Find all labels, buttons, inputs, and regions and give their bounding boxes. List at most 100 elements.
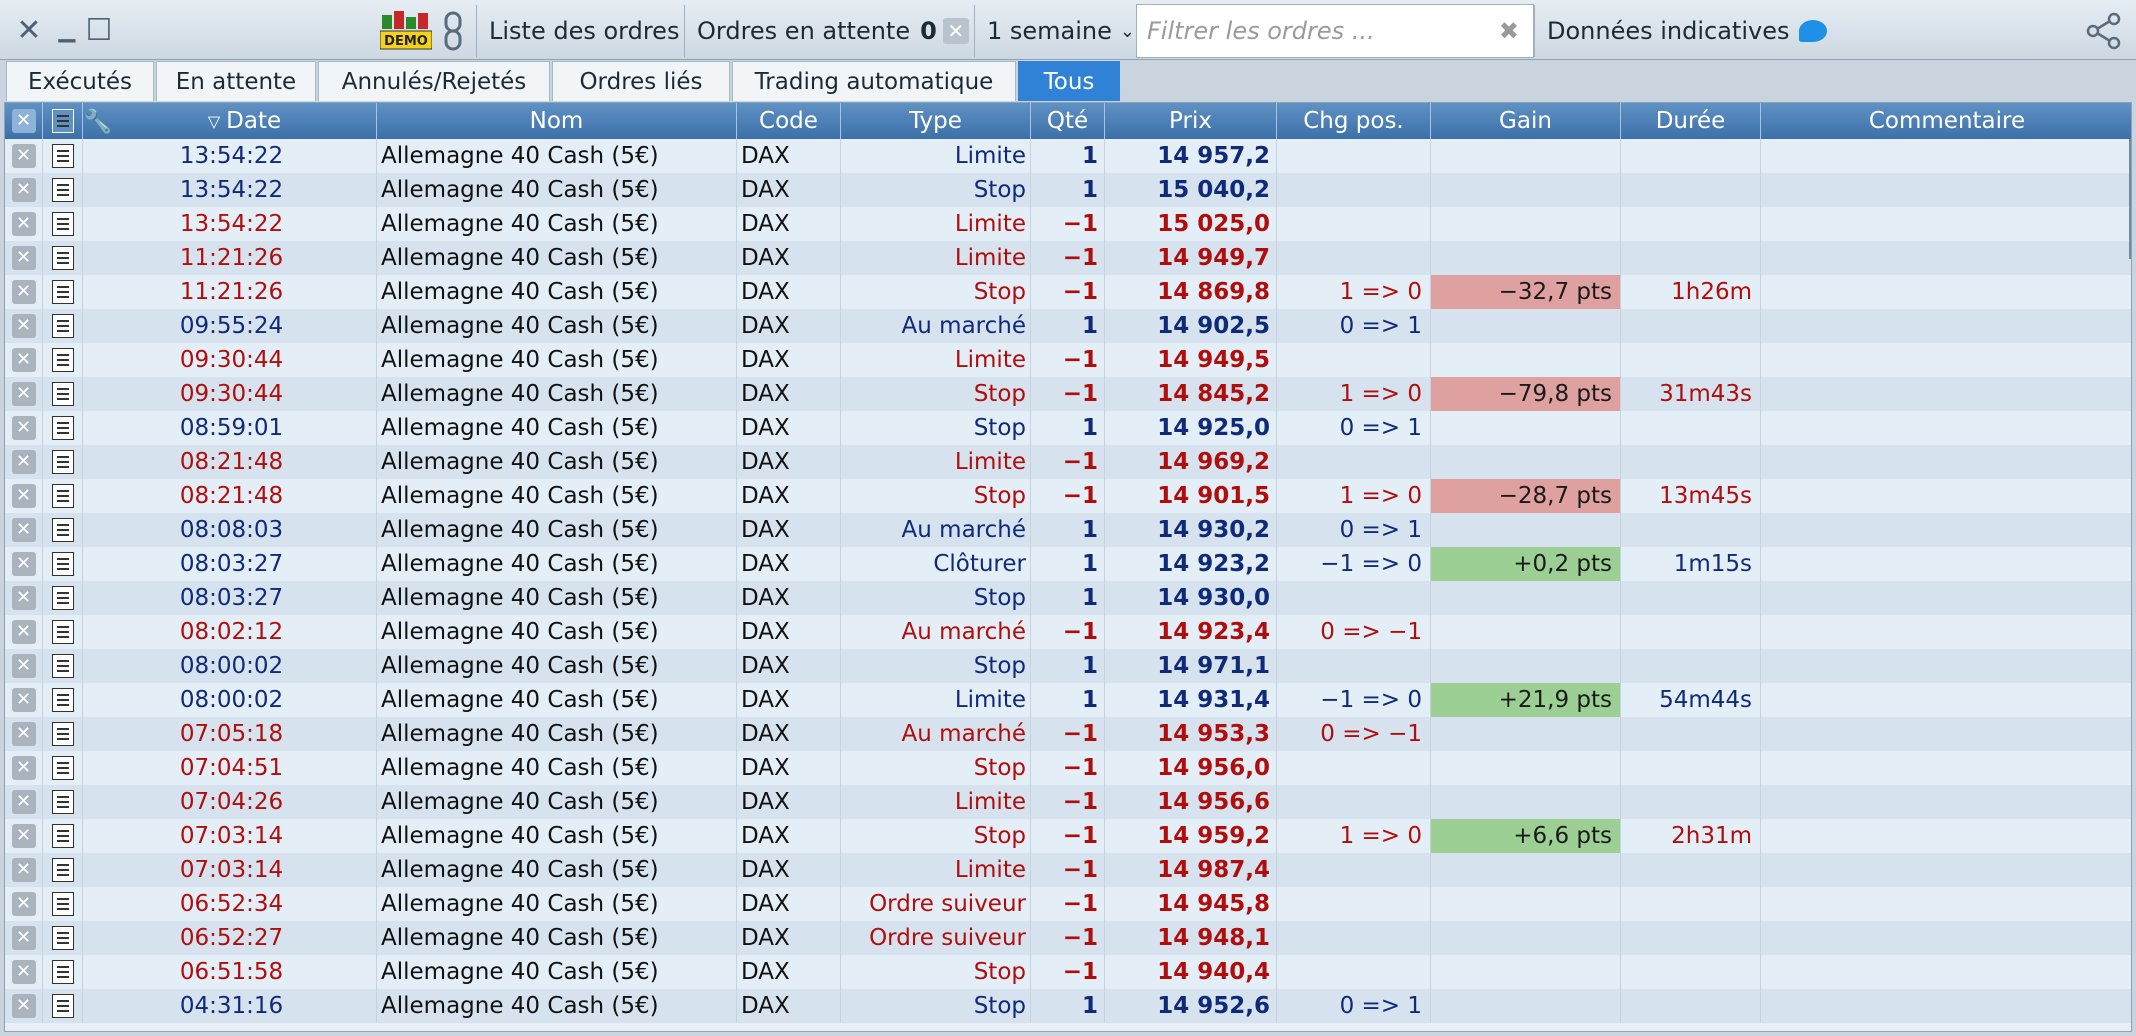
table-row[interactable]: ✕ 07:05:18 Allemagne 40 Cash (5€) DAX Au mar… — [5, 717, 2131, 751]
table-row[interactable]: ✕ 13:54:22 Allemagne 40 Cash (5€) DAX Limite… — [5, 207, 2131, 241]
cancel-order-icon[interactable]: ✕ — [5, 785, 43, 819]
column-date[interactable]: ▽ Date — [113, 103, 377, 139]
cancel-order-icon[interactable]: ✕ — [5, 309, 43, 343]
cancel-pending-icon[interactable]: ✕ — [942, 18, 969, 44]
cancel-order-icon[interactable]: ✕ — [5, 547, 43, 581]
share-icon[interactable] — [2084, 12, 2124, 50]
table-row[interactable]: ✕ 11:21:26 Allemagne 40 Cash (5€) DAX Limite… — [5, 241, 2131, 275]
link-icon[interactable] — [442, 6, 472, 56]
order-details-icon[interactable] — [43, 377, 83, 411]
order-details-icon[interactable] — [43, 955, 83, 989]
table-row[interactable]: ✕ 08:21:48 Allemagne 40 Cash (5€) DAX Stop −1… — [5, 479, 2131, 513]
cancel-order-icon[interactable]: ✕ — [5, 377, 43, 411]
vertical-scrollbar[interactable] — [2129, 139, 2131, 259]
details-header-icon[interactable] — [43, 103, 83, 139]
cancel-order-icon[interactable]: ✕ — [5, 649, 43, 683]
table-row[interactable]: ✕ 09:30:44 Allemagne 40 Cash (5€) DAX Limite… — [5, 343, 2131, 377]
column-type[interactable]: Type — [841, 103, 1031, 139]
order-details-icon[interactable] — [43, 717, 83, 751]
order-details-icon[interactable] — [43, 819, 83, 853]
cancel-order-icon[interactable]: ✕ — [5, 139, 43, 173]
cancel-order-icon[interactable]: ✕ — [5, 683, 43, 717]
tab-ordres-lies[interactable]: Ordres liés — [552, 61, 730, 101]
table-row[interactable]: ✕ 08:08:03 Allemagne 40 Cash (5€) DAX Au mar… — [5, 513, 2131, 547]
pending-orders-button[interactable]: Ordres en attente 0 ✕ — [684, 5, 974, 57]
filter-orders-field[interactable]: ✖ — [1136, 4, 1534, 58]
table-row[interactable]: ✕ 07:03:14 Allemagne 40 Cash (5€) DAX Limite… — [5, 853, 2131, 887]
orders-list-button[interactable]: Liste des ordres — [476, 5, 684, 57]
tab-trading-automatique[interactable]: Trading automatique — [732, 61, 1016, 101]
filter-orders-input[interactable] — [1147, 17, 1477, 45]
maximize-icon[interactable]: ☐ — [84, 12, 114, 48]
tab-tous[interactable]: Tous — [1018, 61, 1120, 101]
cancel-all-icon[interactable]: ✕ — [5, 103, 43, 139]
table-row[interactable]: ✕ 08:02:12 Allemagne 40 Cash (5€) DAX Au mar… — [5, 615, 2131, 649]
table-row[interactable]: ✕ 13:54:22 Allemagne 40 Cash (5€) DAX Limite… — [5, 139, 2131, 173]
tab-en-attente[interactable]: En attente — [156, 61, 316, 101]
order-details-icon[interactable] — [43, 275, 83, 309]
table-row[interactable]: ✕ 07:04:51 Allemagne 40 Cash (5€) DAX Stop −1… — [5, 751, 2131, 785]
order-details-icon[interactable] — [43, 785, 83, 819]
table-row[interactable]: ✕ 06:52:27 Allemagne 40 Cash (5€) DAX Ordre … — [5, 921, 2131, 955]
table-row[interactable]: ✕ 08:03:27 Allemagne 40 Cash (5€) DAX Stop 1 1… — [5, 581, 2131, 615]
cancel-order-icon[interactable]: ✕ — [5, 955, 43, 989]
order-details-icon[interactable] — [43, 411, 83, 445]
table-row[interactable]: ✕ 09:30:44 Allemagne 40 Cash (5€) DAX Stop −1… — [5, 377, 2131, 411]
order-details-icon[interactable] — [43, 173, 83, 207]
table-row[interactable]: ✕ 08:00:02 Allemagne 40 Cash (5€) DAX Limite… — [5, 683, 2131, 717]
cancel-order-icon[interactable]: ✕ — [5, 717, 43, 751]
table-row[interactable]: ✕ 06:52:34 Allemagne 40 Cash (5€) DAX Ordre … — [5, 887, 2131, 921]
table-row[interactable]: ✕ 08:00:02 Allemagne 40 Cash (5€) DAX Stop 1 1… — [5, 649, 2131, 683]
close-icon[interactable]: ✕ — [14, 12, 44, 48]
order-details-icon[interactable] — [43, 751, 83, 785]
order-details-icon[interactable] — [43, 921, 83, 955]
table-row[interactable]: ✕ 07:04:26 Allemagne 40 Cash (5€) DAX Limite… — [5, 785, 2131, 819]
cancel-order-icon[interactable]: ✕ — [5, 445, 43, 479]
cancel-order-icon[interactable]: ✕ — [5, 173, 43, 207]
order-details-icon[interactable] — [43, 241, 83, 275]
cancel-order-icon[interactable]: ✕ — [5, 275, 43, 309]
table-row[interactable]: ✕ 13:54:22 Allemagne 40 Cash (5€) DAX Stop 1 1… — [5, 173, 2131, 207]
table-row[interactable]: ✕ 09:55:24 Allemagne 40 Cash (5€) DAX Au mar… — [5, 309, 2131, 343]
table-row[interactable]: ✕ 11:21:26 Allemagne 40 Cash (5€) DAX Stop −1… — [5, 275, 2131, 309]
wrench-icon[interactable]: 🔧 — [83, 103, 113, 139]
cancel-order-icon[interactable]: ✕ — [5, 819, 43, 853]
clear-filter-icon[interactable]: ✖ — [1499, 17, 1519, 45]
order-details-icon[interactable] — [43, 513, 83, 547]
table-row[interactable]: ✕ 04:31:16 Allemagne 40 Cash (5€) DAX Stop 1 1… — [5, 989, 2131, 1023]
cancel-order-icon[interactable]: ✕ — [5, 989, 43, 1023]
order-details-icon[interactable] — [43, 887, 83, 921]
table-row[interactable]: ✕ 07:03:14 Allemagne 40 Cash (5€) DAX Stop −1… — [5, 819, 2131, 853]
order-details-icon[interactable] — [43, 649, 83, 683]
order-details-icon[interactable] — [43, 547, 83, 581]
speech-bubble-icon[interactable] — [1799, 20, 1828, 42]
column-nom[interactable]: Nom — [377, 103, 737, 139]
column-prix[interactable]: Prix — [1105, 103, 1277, 139]
cancel-order-icon[interactable]: ✕ — [5, 479, 43, 513]
column-duree[interactable]: Durée — [1621, 103, 1761, 139]
order-details-icon[interactable] — [43, 479, 83, 513]
table-row[interactable]: ✕ 06:51:58 Allemagne 40 Cash (5€) DAX Stop −1… — [5, 955, 2131, 989]
order-details-icon[interactable] — [43, 207, 83, 241]
column-chg-pos[interactable]: Chg pos. — [1277, 103, 1431, 139]
order-details-icon[interactable] — [43, 581, 83, 615]
order-details-icon[interactable] — [43, 445, 83, 479]
cancel-order-icon[interactable]: ✕ — [5, 751, 43, 785]
column-code[interactable]: Code — [737, 103, 841, 139]
minimize-icon[interactable]: ▁ — [52, 12, 82, 48]
cancel-order-icon[interactable]: ✕ — [5, 513, 43, 547]
tab-annules-rejetes[interactable]: Annulés/Rejetés — [318, 61, 550, 101]
order-details-icon[interactable] — [43, 683, 83, 717]
cancel-order-icon[interactable]: ✕ — [5, 615, 43, 649]
order-details-icon[interactable] — [43, 309, 83, 343]
order-details-icon[interactable] — [43, 853, 83, 887]
order-details-icon[interactable] — [43, 989, 83, 1023]
tab-executes[interactable]: Exécutés — [6, 61, 154, 101]
cancel-order-icon[interactable]: ✕ — [5, 887, 43, 921]
order-details-icon[interactable] — [43, 343, 83, 377]
period-select[interactable]: 1 semaine ⌄ — [974, 5, 1136, 57]
cancel-order-icon[interactable]: ✕ — [5, 241, 43, 275]
table-row[interactable]: ✕ 08:21:48 Allemagne 40 Cash (5€) DAX Limite… — [5, 445, 2131, 479]
table-row[interactable]: ✕ 08:03:27 Allemagne 40 Cash (5€) DAX Clôtur… — [5, 547, 2131, 581]
table-row[interactable]: ✕ 08:59:01 Allemagne 40 Cash (5€) DAX Stop 1 1… — [5, 411, 2131, 445]
